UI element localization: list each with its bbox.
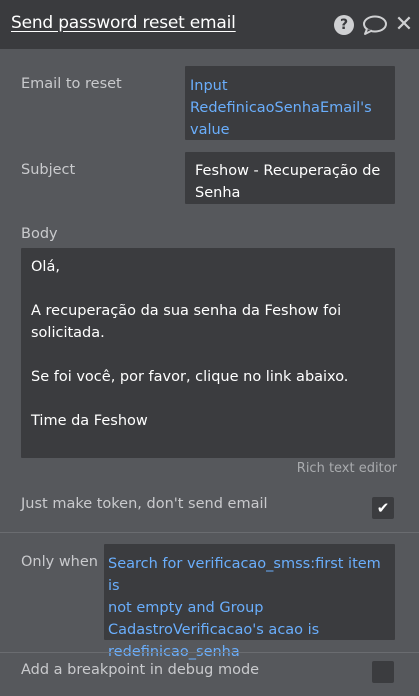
help-icon[interactable]: ? (333, 14, 355, 36)
subject-label: Subject (21, 162, 76, 178)
make-token-checkbox[interactable]: ✔ (372, 497, 394, 519)
body-label: Body (21, 226, 58, 242)
email-to-reset-field[interactable]: Input RedefinicaoSenhaEmail's value (185, 66, 395, 140)
body-paragraph: A recuperação da sua senha da Feshow foi… (31, 303, 342, 341)
email-value-line: Input (190, 78, 228, 94)
email-value-line: RedefinicaoSenhaEmail's (190, 100, 372, 116)
condition-line: not empty and Group (108, 600, 264, 616)
body-editor[interactable]: Olá, A recuperação da sua senha da Fesho… (21, 248, 395, 458)
condition-line: Search for verificacao_smss:first item i… (108, 556, 381, 594)
rich-text-editor-hint[interactable]: Rich text editor (297, 461, 397, 476)
breakpoint-checkbox[interactable] (372, 661, 394, 683)
breakpoint-label: Add a breakpoint in debug mode (21, 662, 260, 678)
comment-icon[interactable] (362, 14, 388, 36)
only-when-condition-field[interactable]: Search for verificacao_smss:first item i… (104, 544, 395, 660)
divider (0, 652, 419, 653)
condition-line: CadastroVerificacao's acao is (108, 622, 320, 638)
make-token-label: Just make token, don't send email (21, 496, 268, 512)
body-paragraph: Time da Feshow (31, 413, 148, 429)
body-paragraph: Se foi você, por favor, clique no link a… (31, 369, 349, 385)
panel-header: Send password reset email ? ✕ (0, 0, 419, 49)
checkmark-icon: ✔ (376, 499, 390, 517)
close-icon[interactable]: ✕ (393, 14, 415, 36)
subject-value-line: Senha (195, 185, 241, 201)
subject-value-line: Feshow - Recuperação de (195, 163, 381, 179)
subject-field[interactable]: Feshow - Recuperação de Senha (185, 152, 395, 204)
divider (0, 532, 419, 533)
email-value-line: value (190, 122, 230, 138)
email-to-reset-label: Email to reset (21, 76, 122, 92)
body-paragraph: Olá, (31, 259, 60, 275)
only-when-label: Only when (21, 554, 98, 570)
panel-title[interactable]: Send password reset email (11, 13, 236, 33)
